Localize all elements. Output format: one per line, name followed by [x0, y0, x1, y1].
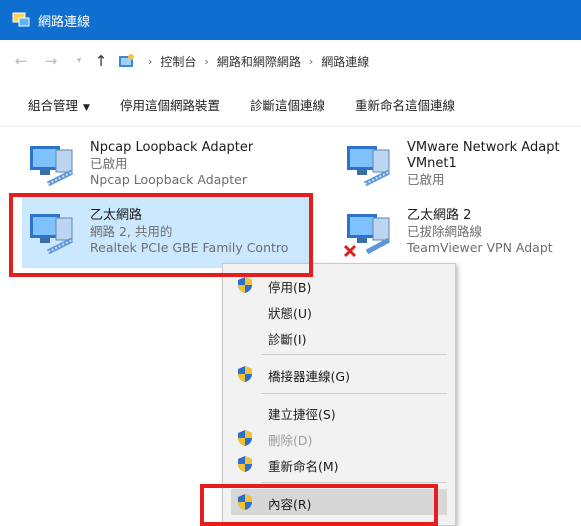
- menu-item-label: 重新命名(M): [268, 459, 339, 474]
- connection-vmware-vmnet1[interactable]: VMware Network Adapt VMnet1 已啟用: [343, 140, 560, 192]
- uac-shield-icon: [238, 277, 252, 293]
- recent-dropdown-icon[interactable]: ▾: [68, 56, 90, 66]
- menu-item-label: 建立捷徑(S): [268, 407, 336, 422]
- menu-item-label: 診斷(I): [268, 332, 307, 347]
- breadcrumb-separator-icon: ›: [308, 54, 314, 68]
- disable-device-button[interactable]: 停用這個網路裝置: [120, 95, 220, 114]
- connection-status: 已拔除網路線: [407, 224, 483, 239]
- back-button[interactable]: ←: [10, 52, 32, 70]
- network-adapter-icon: [347, 146, 391, 187]
- breadcrumb-network-connections[interactable]: 網路連線: [321, 53, 369, 70]
- connection-status: 已啟用: [407, 172, 445, 187]
- network-adapter-icon: [30, 146, 74, 187]
- menu-item-status[interactable]: 狀態(U): [223, 298, 455, 324]
- connection-npcap-loopback[interactable]: Npcap Loopback Adapter 已啟用 Npcap Loopbac…: [26, 140, 253, 192]
- forward-button[interactable]: →: [40, 52, 62, 70]
- breadcrumb-separator-icon: ›: [148, 54, 153, 68]
- breadcrumb-control-panel[interactable]: 控制台: [160, 53, 196, 70]
- menu-item-delete: 刪除(D): [223, 425, 455, 451]
- connection-ethernet-2[interactable]: 乙太網路 2 已拔除網路線 TeamViewer VPN Adapt: [343, 208, 553, 260]
- menu-item-label: 狀態(U): [268, 306, 312, 321]
- organize-label: 組合管理: [28, 97, 79, 113]
- chevron-down-icon: ▼: [83, 102, 90, 113]
- menu-item-create-shortcut[interactable]: 建立捷徑(S): [223, 399, 455, 425]
- diagnose-connection-button[interactable]: 診斷這個連線: [250, 95, 325, 114]
- connection-name: Npcap Loopback Adapter: [90, 140, 254, 155]
- organize-menu-button[interactable]: 組合管理 ▼: [28, 95, 90, 114]
- connection-status: 已啟用: [90, 156, 128, 171]
- menu-item-label: 橋接器連線(G): [268, 369, 350, 384]
- annotation-box-properties: [200, 484, 438, 526]
- menu-item-label: 停用(B): [268, 280, 312, 295]
- uac-shield-icon: [238, 456, 252, 472]
- breadcrumb-network-internet[interactable]: 網路和網際網路: [217, 53, 301, 70]
- window-title: 網路連線: [38, 14, 91, 30]
- annotation-box-ethernet: [9, 193, 313, 277]
- network-adapter-disconnected-icon: [343, 214, 391, 258]
- menu-item-bridge[interactable]: 橋接器連線(G): [223, 361, 455, 387]
- address-bar: ← → ▾ ↑ › 控制台 › 網路和網際網路 › 網路連線: [0, 40, 581, 82]
- menu-divider: [261, 482, 447, 483]
- control-panel-icon: [119, 54, 134, 67]
- command-bar: 組合管理 ▼ 停用這個網路裝置 診斷這個連線 重新命名這個連線: [0, 82, 581, 127]
- menu-item-rename[interactable]: 重新命名(M): [223, 451, 455, 477]
- breadcrumb[interactable]: › 控制台 › 網路和網際網路 › 網路連線: [118, 53, 369, 70]
- menu-divider: [261, 354, 447, 355]
- connection-name: VMware Network Adapt: [407, 140, 560, 155]
- connection-name-line2: VMnet1: [407, 156, 457, 171]
- connection-name: 乙太網路 2: [407, 208, 472, 223]
- uac-shield-icon: [238, 366, 252, 382]
- menu-divider: [261, 393, 447, 394]
- uac-shield-icon: [238, 430, 252, 446]
- title-bar: 網路連線: [0, 0, 581, 40]
- menu-item-diagnose[interactable]: 診斷(I): [223, 324, 455, 350]
- menu-item-label: 刪除(D): [268, 433, 313, 448]
- up-button[interactable]: ↑: [90, 52, 112, 70]
- breadcrumb-separator-icon: ›: [204, 54, 209, 68]
- connection-device: TeamViewer VPN Adapt: [407, 240, 553, 255]
- connection-device: Npcap Loopback Adapter: [90, 172, 247, 187]
- network-connections-icon: [12, 12, 30, 27]
- rename-connection-button[interactable]: 重新命名這個連線: [355, 95, 455, 114]
